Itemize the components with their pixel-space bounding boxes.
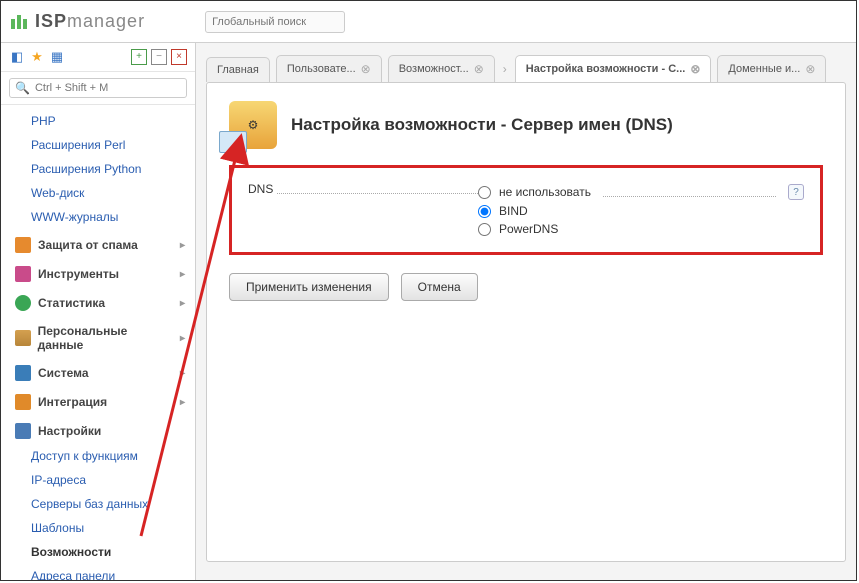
settings-icon — [15, 423, 31, 439]
dns-options: не использовать? BIND PowerDNS — [478, 182, 804, 238]
nav-item[interactable]: Web-диск — [1, 181, 195, 205]
nav-cat-label: Интеграция — [38, 395, 107, 409]
nav-cat-label: Персональные данные — [38, 324, 173, 352]
option-bind[interactable]: BIND — [478, 202, 804, 220]
plus-icon[interactable]: + — [131, 49, 147, 65]
radio-none[interactable] — [478, 186, 491, 199]
sidebar-toolbar: ◧ ★ ▦ + − × — [1, 43, 195, 72]
content-panel: ⚙ Настройка возможности - Сервер имен (D… — [206, 82, 846, 562]
tab-capabilities-list[interactable]: Возможност... ⊗ — [388, 55, 495, 82]
gear-monitor-icon: ⚙ — [229, 101, 277, 149]
breadcrumb-arrow-icon: › — [501, 62, 509, 82]
help-icon[interactable]: ? — [788, 184, 804, 200]
form-buttons: Применить изменения Отмена — [229, 273, 823, 301]
main-area: Главная Пользовате...⊗ Возможност...⊗ › … — [196, 43, 856, 580]
nav-item[interactable]: Адреса панели — [1, 564, 195, 580]
option-none[interactable]: не использовать? — [478, 182, 804, 202]
tools-icon — [15, 266, 31, 282]
tab-capability-setup[interactable]: Настройка возможности - С... ⊗ — [515, 55, 712, 82]
x-icon[interactable]: × — [171, 49, 187, 65]
chevron-right-icon: ▸ — [180, 298, 185, 309]
nav-cat-label: Статистика — [38, 296, 105, 310]
nav-cat-settings[interactable]: Настройки — [1, 415, 195, 444]
puzzle-icon — [15, 394, 31, 410]
globe-icon — [15, 295, 31, 311]
app-logo: ISPmanager — [11, 11, 145, 32]
dns-form-highlight: DNS не использовать? BIND PowerDNS — [229, 165, 823, 255]
nav-item[interactable]: Серверы баз данных — [1, 492, 195, 516]
nav-cat-stats[interactable]: Статистика ▸ — [1, 287, 195, 316]
radio-bind[interactable] — [478, 205, 491, 218]
nav-item-capabilities[interactable]: Возможности — [1, 540, 195, 564]
nav-cat-tools[interactable]: Инструменты ▸ — [1, 258, 195, 287]
apply-button[interactable]: Применить изменения — [229, 273, 389, 301]
nav-cat-label: Инструменты — [38, 267, 119, 281]
nav-cat-label: Защита от спама — [38, 238, 138, 252]
nav-item[interactable]: Шаблоны — [1, 516, 195, 540]
minus-icon[interactable]: − — [151, 49, 167, 65]
nav-cat-system[interactable]: Система ▸ — [1, 357, 195, 386]
tab-bar: Главная Пользовате...⊗ Возможност...⊗ › … — [196, 43, 856, 82]
nav-item[interactable]: Расширения Perl — [1, 133, 195, 157]
system-icon — [15, 365, 31, 381]
dns-field-label: DNS — [248, 182, 478, 196]
tab-label: Настройка возможности - С... — [526, 63, 686, 75]
nav-cat-integration[interactable]: Интеграция ▸ — [1, 386, 195, 415]
close-icon[interactable]: ⊗ — [805, 62, 815, 76]
global-search — [205, 11, 345, 33]
tab-label: Доменные и... — [728, 63, 800, 75]
page-header: ⚙ Настройка возможности - Сервер имен (D… — [229, 101, 823, 149]
nav-item[interactable]: Доступ к функциям — [1, 444, 195, 468]
radio-powerdns[interactable] — [478, 223, 491, 236]
chevron-right-icon: ▸ — [180, 333, 185, 344]
quick-search: 🔍 — [1, 72, 195, 105]
doc-icon[interactable]: ▦ — [49, 49, 65, 65]
home-icon[interactable]: ◧ — [9, 49, 25, 65]
logo-isp: ISP — [35, 11, 67, 31]
tab-label: Главная — [217, 64, 259, 76]
logo-manager: manager — [67, 11, 145, 31]
chevron-right-icon: ▸ — [180, 269, 185, 280]
quick-search-input[interactable] — [35, 82, 181, 94]
option-label: PowerDNS — [499, 222, 558, 236]
global-search-input[interactable] — [205, 11, 345, 33]
close-icon[interactable]: ⊗ — [361, 62, 371, 76]
nav-item[interactable]: Расширения Python — [1, 157, 195, 181]
nav-cat-label: Настройки — [38, 424, 101, 438]
nav-cat-label: Система — [38, 366, 89, 380]
nav-cat-personal[interactable]: Персональные данные ▸ — [1, 316, 195, 357]
shield-icon — [15, 237, 31, 253]
page-title: Настройка возможности - Сервер имен (DNS… — [291, 115, 673, 135]
option-label: BIND — [499, 204, 528, 218]
nav-item[interactable]: IP-адреса — [1, 468, 195, 492]
nav-cat-spam[interactable]: Защита от спама ▸ — [1, 229, 195, 258]
tab-domains[interactable]: Доменные и... ⊗ — [717, 55, 826, 82]
star-icon[interactable]: ★ — [29, 49, 45, 65]
tab-users[interactable]: Пользовате... ⊗ — [276, 55, 382, 82]
chevron-right-icon: ▸ — [180, 397, 185, 408]
search-icon: 🔍 — [15, 81, 30, 95]
tab-home[interactable]: Главная — [206, 57, 270, 82]
nav-item[interactable]: PHP — [1, 109, 195, 133]
close-icon[interactable]: ⊗ — [474, 62, 484, 76]
app-header: ISPmanager — [1, 1, 856, 43]
sidebar: ◧ ★ ▦ + − × 🔍 PHP Расширения Perl Расшир… — [1, 43, 196, 580]
sidebar-nav: PHP Расширения Perl Расширения Python We… — [1, 105, 195, 580]
bars-icon — [15, 330, 31, 346]
nav-item[interactable]: WWW-журналы — [1, 205, 195, 229]
cancel-button[interactable]: Отмена — [401, 273, 478, 301]
close-icon[interactable]: ⊗ — [690, 62, 700, 76]
tab-label: Пользовате... — [287, 63, 356, 75]
tab-label: Возможност... — [399, 63, 469, 75]
option-powerdns[interactable]: PowerDNS — [478, 220, 804, 238]
option-label: не использовать — [499, 185, 591, 199]
chevron-right-icon: ▸ — [180, 240, 185, 251]
chevron-right-icon: ▸ — [180, 368, 185, 379]
